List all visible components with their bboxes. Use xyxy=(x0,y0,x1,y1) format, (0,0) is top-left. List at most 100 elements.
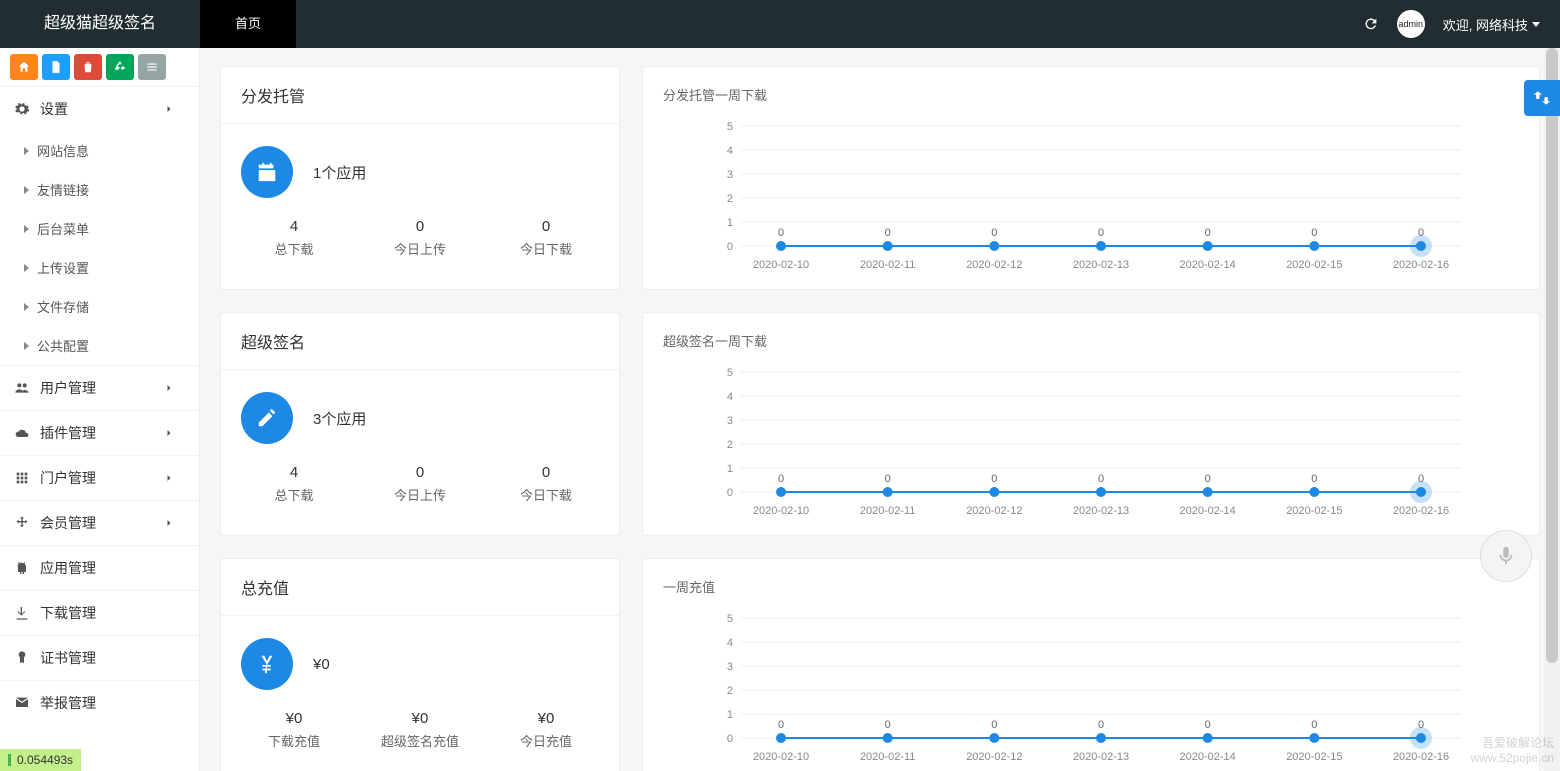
svg-text:0: 0 xyxy=(1418,473,1424,485)
topbar: 超级猫超级签名 首页 admin 欢迎, 网络科技 xyxy=(0,0,1560,48)
calendar-icon xyxy=(256,161,278,183)
svg-text:0: 0 xyxy=(778,719,784,731)
svg-text:0: 0 xyxy=(1311,473,1317,485)
line-chart: 01234502020-02-1002020-02-1102020-02-120… xyxy=(659,608,1523,768)
avatar-label: admin xyxy=(1399,19,1424,29)
sidebar-sub-item[interactable]: 文件存储 xyxy=(0,287,199,326)
svg-text:0: 0 xyxy=(778,473,784,485)
svg-text:5: 5 xyxy=(727,613,733,625)
card-metric: 1个应用 xyxy=(313,162,366,183)
sidebar-item[interactable]: 举报管理 xyxy=(0,681,199,725)
perf-time: 0.054493s xyxy=(17,753,73,767)
sidebar-sub-label: 网站信息 xyxy=(37,141,89,160)
svg-text:1: 1 xyxy=(727,463,733,475)
svg-text:2020-02-16: 2020-02-16 xyxy=(1393,259,1449,271)
refresh-icon[interactable] xyxy=(1363,16,1379,32)
sidebar-item[interactable]: 会员管理 xyxy=(0,501,199,545)
svg-text:4: 4 xyxy=(727,637,733,649)
sidebar-sub-item[interactable]: 友情链接 xyxy=(0,170,199,209)
svg-text:3: 3 xyxy=(727,661,733,673)
chevron-right-icon xyxy=(163,427,175,439)
sidebar-sub-item[interactable]: 后台菜单 xyxy=(0,209,199,248)
chart-card: 分发托管一周下载01234502020-02-1002020-02-110202… xyxy=(642,66,1540,290)
sidebar-toolbar xyxy=(0,48,199,86)
stat: 0今日下载 xyxy=(483,464,609,504)
svg-text:5: 5 xyxy=(727,121,733,133)
mail-icon xyxy=(14,695,30,711)
svg-text:2020-02-14: 2020-02-14 xyxy=(1180,259,1236,271)
stat-label: 今日下载 xyxy=(483,239,609,258)
sidebar-item-settings[interactable]: 设置 xyxy=(0,87,199,131)
welcome-text: 欢迎, 网络科技 xyxy=(1443,15,1528,34)
svg-text:2020-02-12: 2020-02-12 xyxy=(966,259,1022,271)
svg-text:0: 0 xyxy=(1098,719,1104,731)
chevron-right-icon xyxy=(163,103,175,115)
sidebar-item[interactable]: 用户管理 xyxy=(0,366,199,410)
sidebar-item[interactable]: 门户管理 xyxy=(0,456,199,500)
file-button[interactable] xyxy=(42,54,70,80)
stat-label: 今日上传 xyxy=(357,485,483,504)
perf-bar-icon xyxy=(8,754,11,766)
svg-text:2020-02-15: 2020-02-15 xyxy=(1286,751,1342,763)
triangle-right-icon xyxy=(24,147,29,155)
svg-text:0: 0 xyxy=(1205,719,1211,731)
sidebar-item[interactable]: 证书管理 xyxy=(0,636,199,680)
list-button[interactable] xyxy=(138,54,166,80)
chevron-right-icon xyxy=(163,382,175,394)
cloud-icon xyxy=(14,425,30,441)
chart-title: 分发托管一周下载 xyxy=(643,67,1539,112)
scrollbar-thumb[interactable] xyxy=(1546,48,1558,663)
microphone-button[interactable] xyxy=(1480,530,1532,582)
stat: 0今日上传 xyxy=(357,218,483,258)
cert-icon xyxy=(14,650,30,666)
sidebar-item-label: 插件管理 xyxy=(40,423,96,443)
stat: 0今日下载 xyxy=(483,218,609,258)
sidebar-item-label: 会员管理 xyxy=(40,513,96,533)
home-button[interactable] xyxy=(10,54,38,80)
user-menu[interactable]: 欢迎, 网络科技 xyxy=(1443,15,1540,34)
stat: ¥0下载充值 xyxy=(231,710,357,750)
users-icon xyxy=(14,380,30,396)
svg-text:0: 0 xyxy=(885,719,891,731)
svg-text:0: 0 xyxy=(1311,719,1317,731)
perf-badge[interactable]: 0.054493s xyxy=(0,749,81,771)
sidebar-sub-item[interactable]: 公共配置 xyxy=(0,326,199,365)
recycle-button[interactable] xyxy=(106,54,134,80)
sidebar-item[interactable]: 下载管理 xyxy=(0,591,199,635)
stat-value: 0 xyxy=(357,218,483,235)
svg-text:0: 0 xyxy=(1205,227,1211,239)
sidebar-sub-item[interactable]: 上传设置 xyxy=(0,248,199,287)
card-title: 超级签名 xyxy=(221,313,619,370)
card-title: 总充值 xyxy=(221,559,619,616)
chart-title: 一周充值 xyxy=(643,559,1539,604)
swap-icon xyxy=(1532,88,1552,108)
float-badge-button[interactable] xyxy=(1524,80,1560,116)
card-icon-circle xyxy=(241,638,293,690)
stat-row: 4总下载0今日上传0今日下载 xyxy=(221,454,619,524)
scrollbar-track[interactable] xyxy=(1544,48,1560,771)
microphone-icon xyxy=(1495,545,1517,567)
stat-value: 4 xyxy=(231,464,357,481)
svg-text:5: 5 xyxy=(727,367,733,379)
sidebar-item[interactable]: 应用管理 xyxy=(0,546,199,590)
svg-text:0: 0 xyxy=(1418,719,1424,731)
svg-text:0: 0 xyxy=(1311,227,1317,239)
download-icon xyxy=(14,605,30,621)
sidebar-item-label: 下载管理 xyxy=(40,603,96,623)
svg-text:2020-02-16: 2020-02-16 xyxy=(1393,505,1449,517)
sidebar-item[interactable]: 插件管理 xyxy=(0,411,199,455)
svg-text:0: 0 xyxy=(727,487,733,499)
sidebar-item-label: 设置 xyxy=(40,99,68,119)
sidebar-sub-item[interactable]: 网站信息 xyxy=(0,131,199,170)
tab-home[interactable]: 首页 xyxy=(200,0,296,48)
stat-value: ¥0 xyxy=(483,710,609,727)
move-icon xyxy=(14,515,30,531)
stat-label: 今日充值 xyxy=(483,731,609,750)
svg-text:2020-02-15: 2020-02-15 xyxy=(1286,259,1342,271)
card-icon-circle xyxy=(241,392,293,444)
sidebar-sub-label: 文件存储 xyxy=(37,297,89,316)
stat-row: ¥0下载充值¥0超级签名充值¥0今日充值 xyxy=(221,700,619,770)
trash-button[interactable] xyxy=(74,54,102,80)
stat-value: ¥0 xyxy=(357,710,483,727)
avatar[interactable]: admin xyxy=(1397,10,1425,38)
